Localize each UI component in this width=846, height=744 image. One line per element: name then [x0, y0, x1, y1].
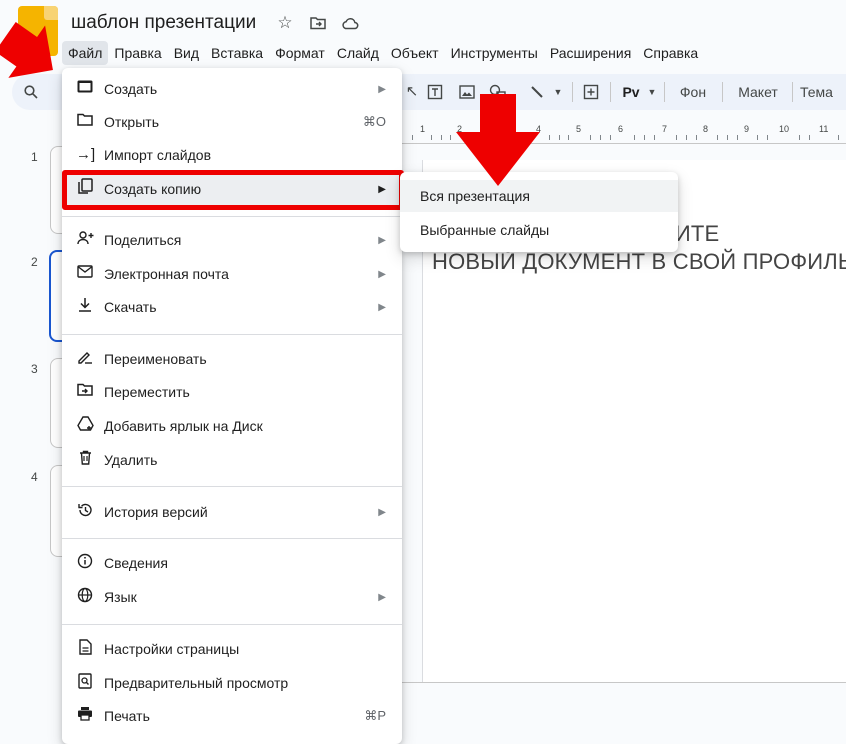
- slide-number: 2: [31, 255, 38, 269]
- theme-button[interactable]: Тема: [800, 74, 846, 110]
- menu-tools[interactable]: Инструменты: [445, 41, 544, 65]
- select-cursor-icon[interactable]: ↖: [404, 74, 420, 110]
- import-icon: →]: [76, 146, 96, 163]
- slide-text-line-2: НОВЫЙ ДОКУМЕНТ В СВОЙ ПРОФИЛЬ: [432, 249, 846, 274]
- slide-number: 1: [31, 150, 38, 164]
- submenu-arrow-icon: ▶: [378, 591, 386, 603]
- menu-format[interactable]: Формат: [269, 41, 331, 65]
- submenu-item-selected-slides[interactable]: Выбранные слайды: [400, 214, 678, 246]
- ruler-tick: 5: [576, 124, 582, 134]
- copy-icon: [76, 178, 94, 200]
- pointer-arrow-icon: [0, 22, 53, 78]
- ruler-tick: 8: [703, 124, 709, 134]
- menu-file[interactable]: Файл: [62, 41, 109, 65]
- menu-item-import-slides[interactable]: →] Импорт слайдов: [62, 139, 402, 171]
- comment-add-icon[interactable]: [580, 74, 602, 110]
- menu-item-rename[interactable]: Переименовать: [62, 343, 402, 375]
- star-icon[interactable]: ☆: [275, 12, 295, 34]
- menu-edit[interactable]: Правка: [108, 41, 167, 65]
- menu-item-download[interactable]: Скачать ▶: [62, 291, 402, 323]
- menu-item-add-shortcut[interactable]: Добавить ярлык на Диск: [62, 410, 402, 442]
- menu-view[interactable]: Вид: [168, 41, 205, 65]
- text-box-icon[interactable]: [424, 74, 446, 110]
- submenu-arrow-icon: ▶: [378, 506, 386, 518]
- down-arrow-icon: [456, 94, 540, 186]
- line-tool-dropdown-icon[interactable]: ▼: [552, 74, 564, 110]
- ruler-tick: 1: [420, 124, 426, 134]
- menu-item-email[interactable]: Электронная почта ▶: [62, 258, 402, 290]
- submenu-arrow-icon: ▶: [378, 301, 386, 313]
- info-icon: [76, 553, 94, 574]
- submenu-arrow-icon: ▶: [378, 83, 386, 95]
- menu-item-preview[interactable]: Предварительный просмотр: [62, 667, 402, 699]
- download-icon: [76, 297, 94, 317]
- move-icon: [76, 383, 94, 401]
- file-menu: Создать ▶ Открыть ⌘O →] Импорт слайдов С…: [62, 68, 402, 744]
- drive-shortcut-icon: [76, 416, 94, 436]
- menu-extensions[interactable]: Расширения: [544, 41, 637, 65]
- globe-icon: [76, 587, 94, 608]
- menu-item-version-history[interactable]: История версий ▶: [62, 496, 402, 528]
- menu-bar: Файл Правка Вид Вставка Формат Слайд Объ…: [62, 40, 704, 66]
- cloud-status-icon[interactable]: [340, 12, 360, 36]
- voice-type-dropdown-icon[interactable]: ▼: [646, 74, 658, 110]
- rename-icon: [76, 349, 94, 369]
- ruler-tick: 7: [662, 124, 668, 134]
- share-person-icon: [76, 230, 94, 250]
- menu-item-delete[interactable]: Удалить: [62, 444, 402, 476]
- move-folder-icon[interactable]: [308, 12, 328, 36]
- mail-icon: [76, 265, 94, 283]
- ruler-tick: 6: [618, 124, 624, 134]
- layout-button[interactable]: Макет: [730, 74, 786, 110]
- submenu-arrow-icon: ▶: [378, 234, 386, 246]
- menu-item-new[interactable]: Создать ▶: [62, 73, 402, 105]
- menu-slide[interactable]: Слайд: [331, 41, 385, 65]
- ruler-tick: 9: [744, 124, 750, 134]
- menu-help[interactable]: Справка: [637, 41, 704, 65]
- trash-icon: [76, 450, 94, 470]
- document-title[interactable]: шаблон презентации: [71, 12, 256, 34]
- background-button[interactable]: Фон: [672, 74, 714, 110]
- menu-item-move[interactable]: Переместить: [62, 376, 402, 408]
- menu-item-share[interactable]: Поделиться ▶: [62, 224, 402, 256]
- menu-insert[interactable]: Вставка: [205, 41, 269, 65]
- history-icon: [76, 502, 94, 523]
- ruler-tick: 10: [779, 124, 790, 134]
- menu-item-page-setup[interactable]: Настройки страницы: [62, 633, 402, 665]
- menu-item-make-copy[interactable]: Создать копию ▶: [62, 173, 402, 205]
- slide-number: 4: [31, 470, 38, 484]
- submenu-arrow-icon: ▶: [378, 268, 386, 280]
- preview-icon: [76, 672, 94, 694]
- submenu-arrow-icon: ▶: [378, 183, 386, 195]
- menu-item-print[interactable]: Печать ⌘P: [62, 700, 402, 732]
- new-presentation-icon: [76, 80, 94, 98]
- menu-item-open[interactable]: Открыть ⌘O: [62, 106, 402, 138]
- print-icon: [76, 706, 94, 726]
- page-setup-icon: [76, 638, 94, 660]
- menu-object[interactable]: Объект: [385, 41, 445, 65]
- folder-icon: [76, 113, 94, 131]
- menu-item-details[interactable]: Сведения: [62, 547, 402, 579]
- ruler-tick: 11: [819, 124, 829, 134]
- slide-number: 3: [31, 362, 38, 376]
- menu-item-language[interactable]: Язык ▶: [62, 581, 402, 613]
- voice-type-icon[interactable]: Pv: [618, 74, 644, 110]
